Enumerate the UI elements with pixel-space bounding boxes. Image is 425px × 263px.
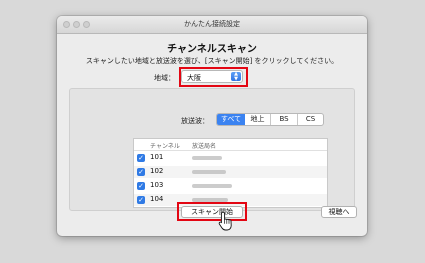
band-option-all[interactable]: すべて [217,114,245,125]
band-option-bs[interactable]: BS [271,114,297,125]
window-title: かんたん接続設定 [184,20,240,28]
channel-number: 104 [150,195,164,203]
region-label: 地域： [154,74,175,82]
station-name-blurred [192,184,232,188]
channel-checkbox[interactable]: ✓ [137,154,145,162]
header-divider [134,150,327,151]
instruction-text: スキャンしたい地域と放送波を選び、[スキャン開始] をクリックしてください。 [85,57,339,65]
column-header-station[interactable]: 放送局名 [192,141,216,150]
table-row[interactable]: ✓ 103 [134,180,327,192]
channel-checkbox[interactable]: ✓ [137,196,145,204]
band-segmented-control: すべて 地上 BS CS [216,113,324,126]
region-highlight-frame [179,67,248,87]
channel-checkbox[interactable]: ✓ [137,168,145,176]
table-row[interactable]: ✓ 102 [134,166,327,178]
hand-pointer-icon [218,211,232,231]
channel-number: 102 [150,167,164,175]
channel-number: 101 [150,153,164,161]
channel-list[interactable]: チャンネル 放送局名 ✓ 101 ✓ 102 ✓ 103 ✓ 104 [133,138,328,208]
station-name-blurred [192,170,226,174]
page-title: チャンネルスキャン [167,44,257,55]
channel-checkbox[interactable]: ✓ [137,182,145,190]
station-name-blurred [192,156,222,160]
watch-button[interactable]: 視聴へ [321,206,357,218]
column-header-channel[interactable]: チャンネル [150,141,180,150]
channel-number: 103 [150,181,164,189]
title-bar: かんたん接続設定 [57,16,367,34]
band-label: 放送波： [181,117,209,125]
band-option-terrestrial[interactable]: 地上 [245,114,270,125]
scan-button-highlight-frame [177,202,247,221]
table-row[interactable]: ✓ 101 [134,152,327,164]
band-option-cs[interactable]: CS [298,114,323,125]
